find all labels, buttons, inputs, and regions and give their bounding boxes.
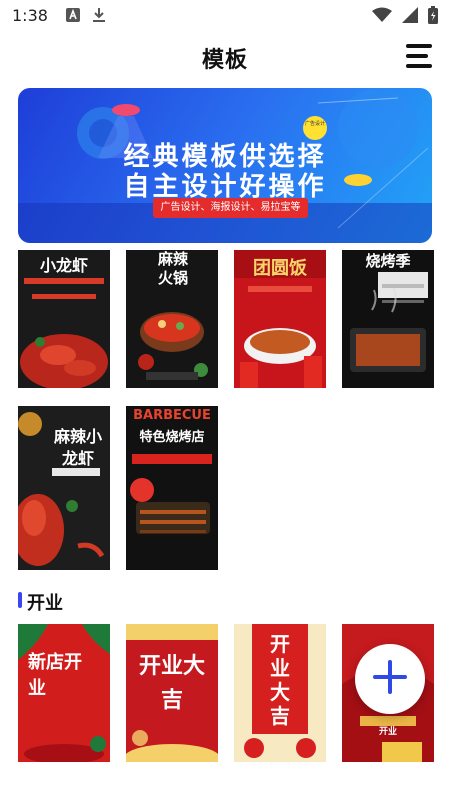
wifi-icon (372, 7, 392, 27)
hamburger-menu-icon[interactable] (406, 44, 432, 68)
signal-icon (402, 7, 418, 27)
section-title-opening: 开业 (27, 593, 63, 614)
banner-badge-text: 广告设计 (305, 121, 326, 127)
banner-subtitle: 广告设计、海报设计、易拉宝等 (153, 198, 308, 218)
status-time: 1:38 (12, 5, 48, 25)
download-icon (92, 7, 106, 23)
template-card-barbecue-season[interactable]: 烧烤季 (342, 250, 434, 388)
template-card-grand-opening-2[interactable]: 开业大吉 (234, 624, 326, 762)
section-accent-bar (18, 592, 22, 608)
plus-icon (373, 660, 407, 698)
template-card-reunion-dinner[interactable]: 团圆饭 (234, 250, 326, 388)
template-card-spicy-crayfish[interactable]: 麻辣小龙虾 (18, 406, 110, 570)
status-bar: 1:38 (0, 0, 450, 30)
font-a-icon (65, 8, 80, 22)
header: 模板 (0, 30, 450, 80)
template-card-hotpot[interactable]: 麻辣火锅 (126, 250, 218, 388)
promo-banner[interactable]: 经典模板供选择 自主设计好操作 广告设计、海报设计、易拉宝等 广告设计 (18, 88, 432, 243)
battery-icon (428, 6, 438, 28)
template-card-grand-opening-1[interactable]: 开业大吉 (126, 624, 218, 762)
template-card-crayfish[interactable]: 小龙虾 (18, 250, 110, 388)
page-title: 模板 (201, 48, 248, 73)
template-card-bbq-shop[interactable]: BARBECUE 特色烧烤店 (126, 406, 218, 570)
template-card-new-store-opening[interactable]: 新店开业 (18, 624, 110, 762)
banner-badge: 广告设计 (303, 116, 327, 140)
add-template-button[interactable] (355, 644, 425, 714)
crayfish-illustration (20, 278, 108, 388)
